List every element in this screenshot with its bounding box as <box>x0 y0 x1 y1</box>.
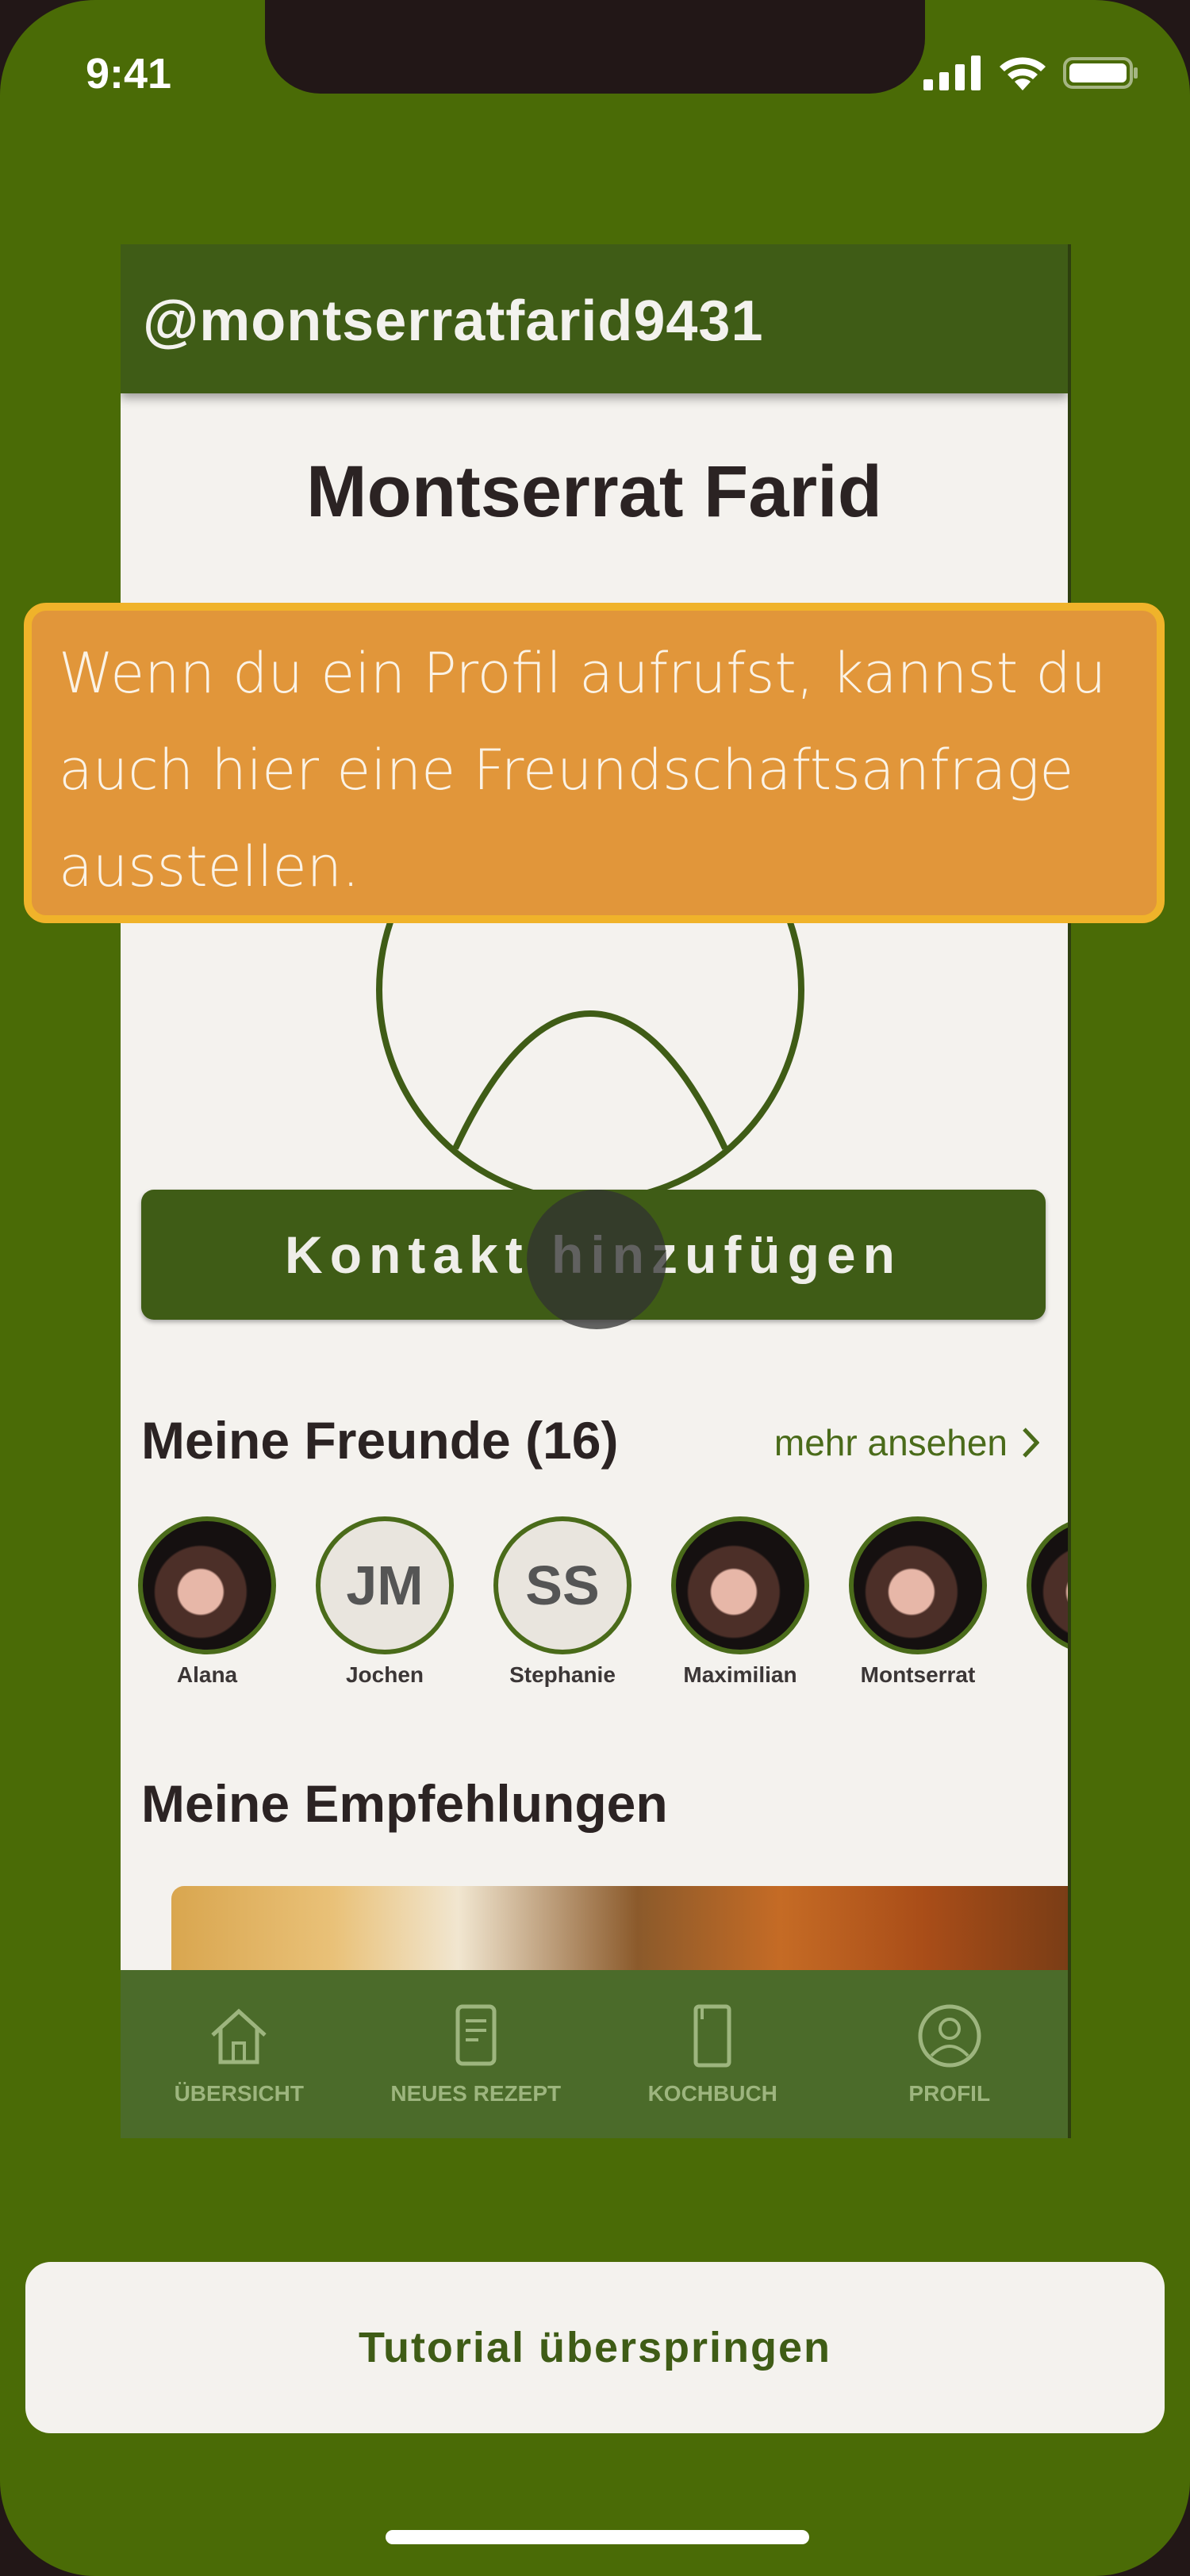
chevron-right-icon <box>1023 1428 1039 1458</box>
friend-avatar <box>671 1516 809 1654</box>
status-time: 9:41 <box>86 50 172 98</box>
friend-name: Jochen <box>345 1662 424 1687</box>
nav-label: NEUES REZEPT <box>390 2081 562 2106</box>
friend-name: Maximilian <box>683 1662 797 1687</box>
home-indicator[interactable] <box>386 2530 809 2544</box>
friend-avatar: JM <box>316 1516 454 1654</box>
friend-name: Stephanie <box>509 1662 616 1687</box>
friend-avatar <box>849 1516 987 1654</box>
more-friends-link[interactable]: mehr ansehen <box>774 1421 1039 1464</box>
cookbook-icon <box>693 2004 731 2068</box>
nav-cookbook[interactable]: KOCHBUCH <box>594 1970 831 2138</box>
nav-profile[interactable]: PROFIL <box>831 1970 1069 2138</box>
friend-item[interactable]: Maximilian <box>665 1516 816 1688</box>
screen: 9:41 @montserratfarid9431 Montserrat Far… <box>0 0 1190 2576</box>
friend-item-partial[interactable] <box>1020 1516 1068 1654</box>
friend-avatar <box>138 1516 276 1654</box>
profile-icon <box>918 2004 981 2068</box>
signal-icon <box>923 56 981 90</box>
friend-avatar: SS <box>493 1516 631 1654</box>
friend-avatar <box>1027 1516 1068 1654</box>
nav-label: PROFIL <box>908 2081 991 2106</box>
profile-name: Montserrat Farid <box>306 451 882 532</box>
friend-name: Montserrat <box>860 1662 976 1687</box>
house-icon <box>211 2008 267 2064</box>
status-icons <box>923 56 1139 90</box>
friends-title: Meine Freunde (16) <box>141 1411 619 1470</box>
more-link-label: mehr ansehen <box>774 1422 1008 1463</box>
recommendations-title: Meine Empfehlungen <box>141 1774 668 1833</box>
profile-handle: @montserratfarid9431 <box>143 289 764 353</box>
skip-tutorial-button[interactable]: Tutorial überspringen <box>25 2262 1165 2433</box>
friend-item[interactable]: Montserrat <box>843 1516 993 1688</box>
bottom-nav: ÜBERSICHT NEUES REZEPT KOCHBUCH PROFIL <box>121 1970 1068 2138</box>
recipe-note-icon <box>455 2004 497 2066</box>
notch <box>265 0 925 94</box>
tutorial-tooltip: Wenn du ein Profil aufrufst, kannst du a… <box>24 603 1165 923</box>
friend-item[interactable]: SS Stephanie <box>487 1516 638 1688</box>
app-preview: @montserratfarid9431 Montserrat Farid Ko… <box>121 244 1071 2138</box>
nav-label: ÜBERSICHT <box>174 2081 304 2106</box>
profile-header: @montserratfarid9431 <box>121 244 1068 393</box>
device-frame: 9:41 @montserratfarid9431 Montserrat Far… <box>0 0 1190 2576</box>
tap-indicator <box>527 1190 666 1329</box>
nav-new-recipe[interactable]: NEUES REZEPT <box>358 1970 595 2138</box>
nav-label: KOCHBUCH <box>647 2081 777 2106</box>
friend-item[interactable]: Alana <box>132 1516 282 1688</box>
wifi-icon <box>1000 57 1046 90</box>
nav-overview[interactable]: ÜBERSICHT <box>121 1970 358 2138</box>
friend-item[interactable]: JM Jochen <box>309 1516 460 1688</box>
friend-name: Alana <box>176 1662 238 1687</box>
tooltip-text: Wenn du ein Profil aufrufst, kannst du a… <box>59 641 1107 899</box>
battery-icon <box>1063 57 1138 89</box>
